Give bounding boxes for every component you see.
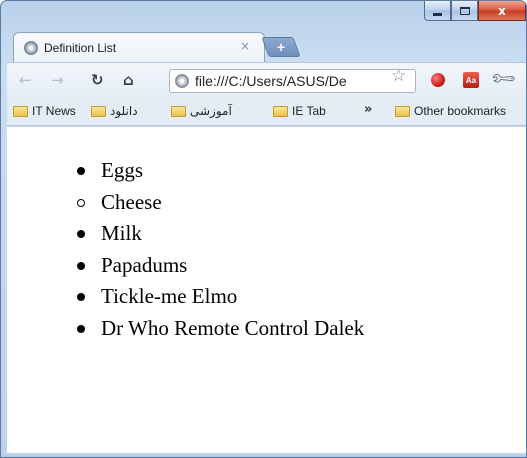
maximize-icon xyxy=(459,6,470,15)
list-item: Papadums xyxy=(77,250,364,282)
maximize-button[interactable] xyxy=(451,1,478,21)
unordered-list: Eggs Cheese Milk Papadums Tickle-me Elmo… xyxy=(77,155,365,345)
list-item-text: Tickle-me Elmo xyxy=(101,284,238,308)
back-arrow-icon[interactable]: ← xyxy=(19,71,32,89)
folder-icon xyxy=(91,105,106,117)
bookmark-ie-tab[interactable]: IE Tab xyxy=(273,104,326,118)
folder-icon xyxy=(273,105,288,117)
page-content: Eggs Cheese Milk Papadums Tickle-me Elmo… xyxy=(7,127,526,453)
disc-bullet xyxy=(77,230,85,238)
browser-window: x Definition List × + ← → ↻ ⌂ file:///C:… xyxy=(0,0,527,458)
bookmark-download[interactable]: دانلود xyxy=(91,104,138,118)
plus-icon: + xyxy=(276,39,286,55)
tab-close-icon[interactable]: × xyxy=(240,39,250,53)
bookmark-label: IT News xyxy=(32,104,76,118)
bookmark-label: IE Tab xyxy=(292,104,326,118)
bookmark-label: آموزشی xyxy=(190,104,232,118)
bookmark-label: Other bookmarks xyxy=(414,104,507,118)
list-item-text: Cheese xyxy=(101,189,162,214)
bookmarks-overflow-chevron[interactable]: » xyxy=(364,102,372,117)
close-window-button[interactable]: x xyxy=(478,1,526,21)
extension-red-icon[interactable] xyxy=(431,73,445,87)
window-caption-buttons: x xyxy=(424,1,526,23)
address-bar[interactable]: file:///C:/Users/ASUS/De xyxy=(169,69,416,93)
other-bookmarks[interactable]: Other bookmarks xyxy=(395,104,506,118)
tab-title: Definition List xyxy=(44,40,117,55)
wrench-icon[interactable]: 🔧︎ xyxy=(489,64,518,93)
page-favicon-icon xyxy=(24,40,38,55)
new-tab-button[interactable]: + xyxy=(261,37,301,57)
browser-toolbar: ← → ↻ ⌂ file:///C:/Users/ASUS/De ☆ Aa 🔧︎ xyxy=(7,62,526,98)
disc-bullet xyxy=(77,167,85,175)
bookmark-label: دانلود xyxy=(110,104,138,118)
folder-icon xyxy=(13,105,28,117)
list-item: Eggs xyxy=(77,155,364,187)
list-item-text: Milk xyxy=(101,221,142,245)
list-item-text: Dr Who Remote Control Dalek xyxy=(101,315,365,340)
list-item: Cheese xyxy=(77,187,364,219)
list-item: Dr Who Remote Control Dalek xyxy=(77,313,365,345)
list-item-text: Papadums xyxy=(101,252,188,277)
list-item: Milk xyxy=(77,218,364,250)
url-text: file:///C:/Users/ASUS/De xyxy=(195,73,347,89)
bookmarks-bar: IT News دانلود آموزشی IE Tab » Other boo… xyxy=(7,98,526,126)
tab-definition-list[interactable]: Definition List × xyxy=(13,32,265,62)
home-icon[interactable]: ⌂ xyxy=(123,71,134,89)
page-info-icon xyxy=(175,74,189,88)
star-icon[interactable]: ☆ xyxy=(391,66,406,86)
disc-bullet xyxy=(77,261,85,270)
window-bottom-border xyxy=(1,453,526,457)
circle-bullet xyxy=(77,198,85,207)
minimize-button[interactable] xyxy=(424,1,451,21)
list-item-text: Eggs xyxy=(101,158,143,182)
bookmark-it-news[interactable]: IT News xyxy=(13,104,76,118)
disc-bullet xyxy=(77,324,85,333)
minimize-icon xyxy=(433,12,442,16)
list-item: Tickle-me Elmo xyxy=(77,281,364,313)
bookmark-tutorial[interactable]: آموزشی xyxy=(171,104,232,118)
folder-icon xyxy=(171,105,186,117)
forward-arrow-icon[interactable]: → xyxy=(51,71,64,89)
folder-icon xyxy=(395,105,410,117)
reload-icon[interactable]: ↻ xyxy=(91,71,104,89)
disc-bullet xyxy=(77,293,85,301)
extension-aa-icon[interactable]: Aa xyxy=(463,72,479,88)
